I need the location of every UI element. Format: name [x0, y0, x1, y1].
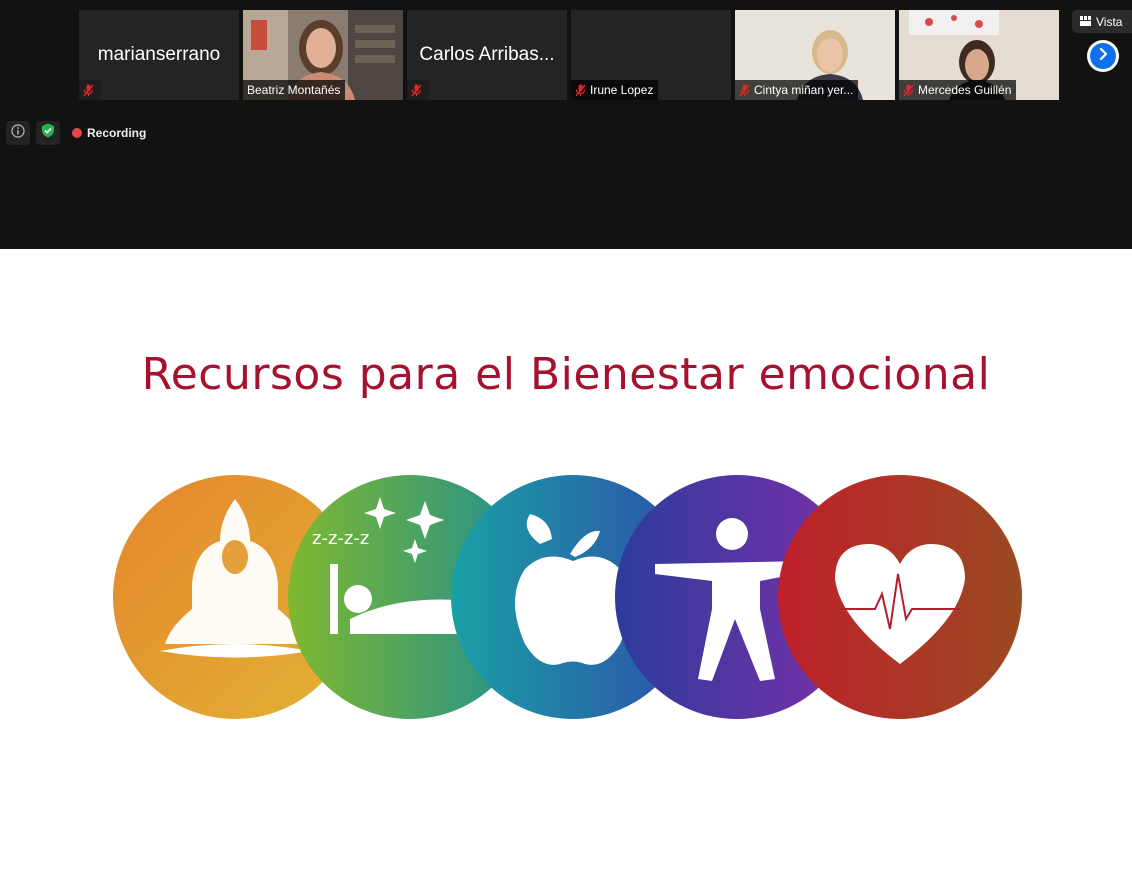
participant-name: marianserrano	[97, 44, 221, 65]
view-button[interactable]: Vista	[1072, 10, 1132, 33]
next-page-button[interactable]	[1087, 40, 1119, 72]
meeting-status-row: Recording	[6, 120, 153, 146]
participant-tile[interactable]: marianserrano	[79, 10, 239, 100]
grid-view-icon	[1080, 15, 1091, 29]
recording-label: Recording	[87, 126, 147, 140]
meeting-info-button[interactable]	[6, 121, 30, 145]
participant-tile[interactable]: Irune Lopez	[571, 10, 731, 100]
recording-indicator[interactable]: Recording	[66, 121, 153, 145]
participant-label: Mercedes Guillén	[899, 80, 1017, 100]
participant-label: Beatriz Montañés	[243, 80, 346, 100]
participant-label: Cintya miñan yer...	[735, 80, 859, 100]
shared-screen-slide: Recursos para el Bienestar emocional z-z…	[0, 249, 1132, 888]
participant-tile[interactable]: Cintya miñan yer...	[735, 10, 895, 100]
participant-tile-active[interactable]: Beatriz Montañés	[243, 10, 403, 100]
info-icon	[11, 123, 25, 143]
chevron-right-icon	[1097, 47, 1109, 66]
participant-label: Irune Lopez	[571, 80, 659, 100]
recording-dot-icon	[72, 128, 82, 138]
security-button[interactable]	[36, 121, 60, 145]
wellbeing-illustration: z-z-z-z	[113, 475, 1022, 719]
mic-muted-icon	[408, 80, 424, 100]
mic-muted-icon	[736, 80, 752, 100]
shield-check-icon	[41, 123, 55, 143]
participant-name: Carlos Arribas...	[419, 44, 555, 65]
meeting-top-bar: marianserrano Beatriz Montañés Carlos Ar…	[0, 0, 1132, 249]
svg-text:z-z-z-z: z-z-z-z	[312, 528, 369, 549]
participant-label	[79, 80, 101, 100]
slide-title: Recursos para el Bienestar emocional	[141, 349, 991, 400]
mic-muted-icon	[572, 80, 588, 100]
participant-tile[interactable]: Mercedes Guillén	[899, 10, 1059, 100]
heart-pulse-icon	[778, 475, 1022, 719]
participant-label	[407, 80, 429, 100]
view-button-label: Vista	[1096, 14, 1123, 29]
participant-tile[interactable]: Carlos Arribas...	[407, 10, 567, 100]
mic-muted-icon	[900, 80, 916, 100]
mic-muted-icon	[80, 80, 96, 100]
